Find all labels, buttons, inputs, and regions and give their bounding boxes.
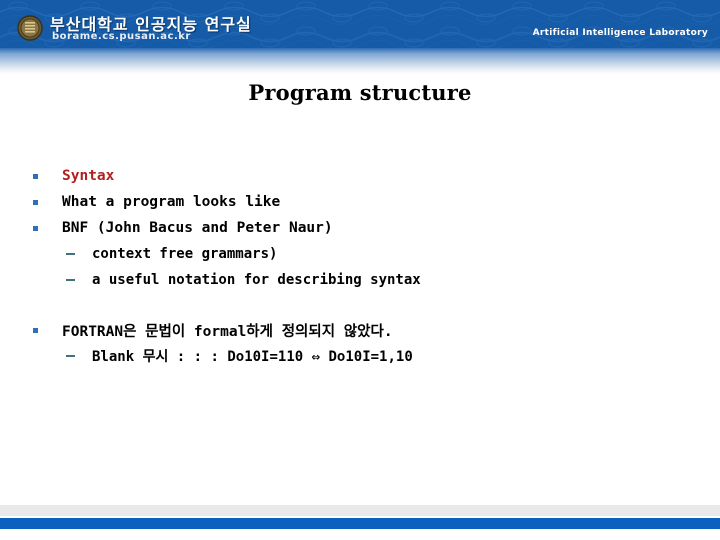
list-item: a useful notation for describing syntax bbox=[0, 267, 720, 293]
list-item: What a program looks like bbox=[0, 189, 720, 215]
list-item-label: FORTRAN은 문법이 formal하게 정의되지 않았다. bbox=[62, 323, 393, 340]
list-item-label: Syntax bbox=[62, 168, 115, 184]
lab-name-english: Artificial Intelligence Laboratory bbox=[532, 28, 708, 38]
footer-gray-band bbox=[0, 505, 720, 516]
dash-bullet-icon bbox=[66, 279, 75, 281]
square-bullet-icon bbox=[33, 327, 38, 333]
list-item-label: What a program looks like bbox=[62, 194, 281, 210]
list-item: FORTRAN은 문법이 formal하게 정의되지 않았다. bbox=[0, 317, 720, 343]
list-item-label: a useful notation for describing syntax bbox=[92, 272, 421, 288]
square-bullet-icon bbox=[33, 173, 38, 179]
footer-blue-bar bbox=[0, 518, 720, 529]
list-item-label: Blank 무시 : : : Do10I=110 ⇔ Do10I=1,10 bbox=[92, 349, 413, 365]
square-bullet-icon bbox=[33, 199, 38, 205]
square-bullet-icon bbox=[33, 225, 38, 231]
list-item-label: BNF (John Bacus and Peter Naur) bbox=[62, 220, 333, 236]
page-header: 부산대학교 인공지능 연구실 borame.cs.pusan.ac.kr Art… bbox=[0, 0, 720, 50]
slide-body: Syntax What a program looks like BNF (John… bbox=[0, 163, 720, 369]
list-item: Syntax bbox=[0, 163, 720, 189]
list-item: Blank 무시 : : : Do10I=110 ⇔ Do10I=1,10 bbox=[0, 343, 720, 369]
list-item: BNF (John Bacus and Peter Naur) bbox=[0, 215, 720, 241]
page-title: Program structure bbox=[248, 80, 472, 105]
dash-bullet-icon bbox=[66, 355, 75, 357]
dash-bullet-icon bbox=[66, 253, 75, 255]
list-item-label: context free grammars) bbox=[92, 246, 278, 262]
org-url: borame.cs.pusan.ac.kr bbox=[52, 31, 191, 42]
header-gradient-fade bbox=[0, 48, 720, 74]
list-item: context free grammars) bbox=[0, 241, 720, 267]
university-seal-icon bbox=[17, 15, 43, 41]
